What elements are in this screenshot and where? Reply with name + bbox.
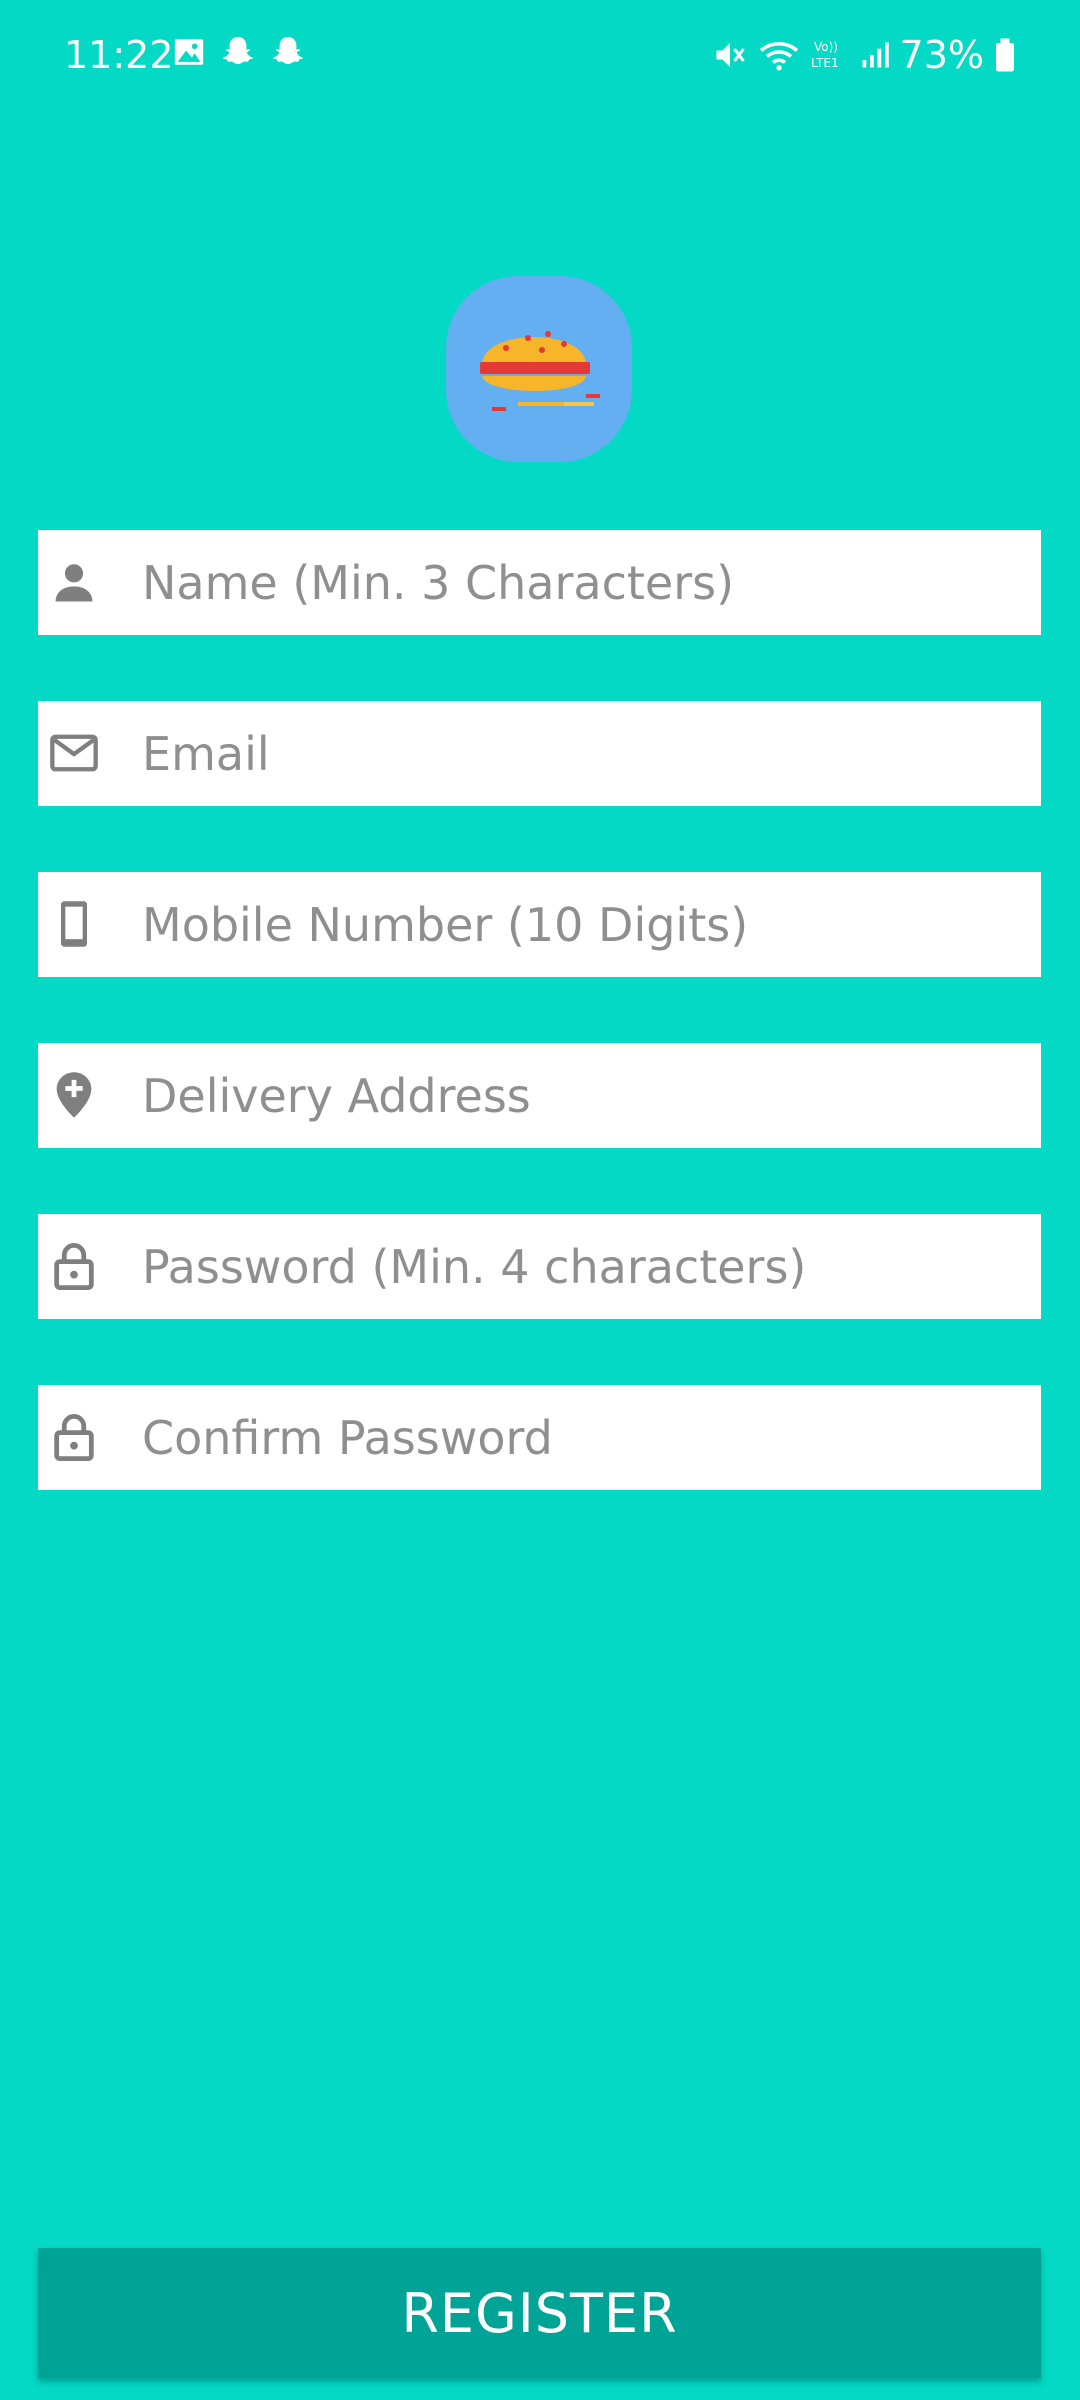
snapchat-icon xyxy=(270,34,306,70)
burger-icon xyxy=(446,276,632,462)
svg-text:LTE1: LTE1 xyxy=(811,56,839,70)
address-field[interactable] xyxy=(38,1043,1041,1148)
battery-percentage: 73% xyxy=(899,33,984,77)
signal-icon xyxy=(860,37,890,73)
lock-icon xyxy=(48,1411,100,1463)
password-field[interactable] xyxy=(38,1214,1041,1319)
address-input[interactable] xyxy=(102,1043,1022,1148)
confirm-password-field[interactable] xyxy=(38,1385,1041,1490)
email-input[interactable] xyxy=(102,701,1022,806)
mail-icon xyxy=(48,727,100,779)
name-field[interactable] xyxy=(38,530,1041,635)
svg-text:Vo)): Vo)) xyxy=(814,40,838,54)
volte-icon: Vo)) LTE1 xyxy=(810,37,850,73)
snapchat-icon xyxy=(220,34,256,70)
email-field[interactable] xyxy=(38,701,1041,806)
gallery-icon xyxy=(172,35,206,69)
mobile-field[interactable] xyxy=(38,872,1041,977)
person-icon xyxy=(48,556,100,608)
mute-icon xyxy=(712,37,748,73)
phone-icon xyxy=(48,898,100,950)
status-time: 11:22 xyxy=(64,33,174,77)
lock-icon xyxy=(48,1240,100,1292)
mobile-input[interactable] xyxy=(102,872,1022,977)
location-add-icon xyxy=(48,1069,100,1121)
status-bar: 11:22 Vo)) LTE1 73% xyxy=(0,0,1080,112)
register-button[interactable]: REGISTER xyxy=(38,2248,1041,2378)
system-icons: Vo)) LTE1 73% xyxy=(712,30,1016,80)
notification-icons xyxy=(172,34,306,70)
app-logo xyxy=(446,276,632,462)
battery-icon xyxy=(994,37,1016,73)
name-input[interactable] xyxy=(102,530,1022,635)
password-input[interactable] xyxy=(102,1214,1022,1319)
confirm-password-input[interactable] xyxy=(102,1385,1022,1490)
wifi-icon xyxy=(758,37,800,73)
